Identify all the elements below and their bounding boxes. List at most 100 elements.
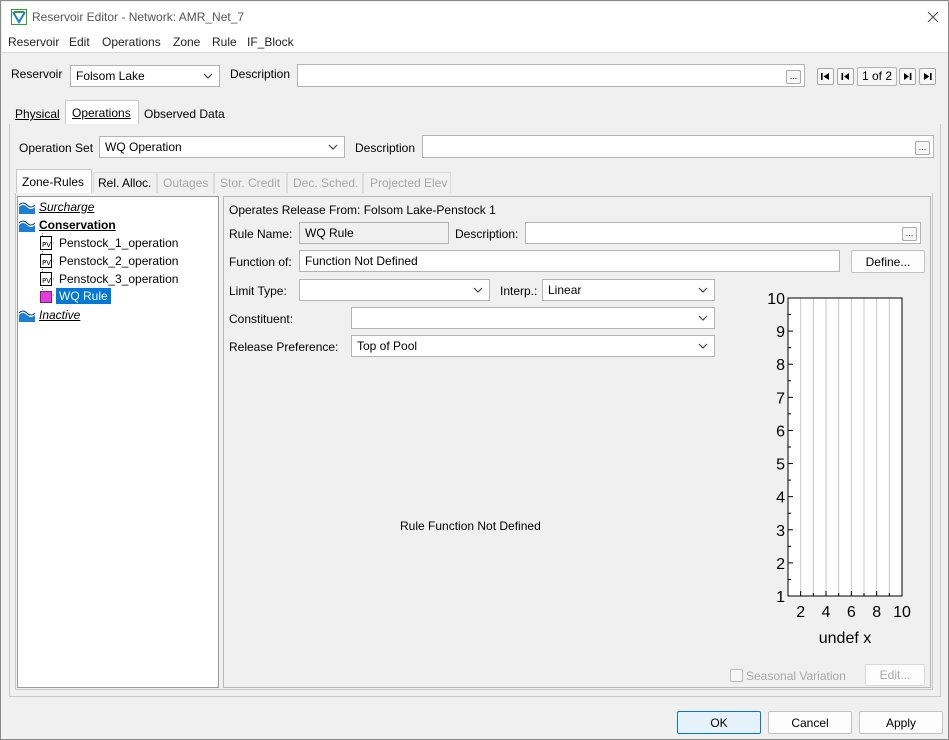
release-preference-select[interactable]: Top of Pool [351, 335, 715, 357]
tab-outages-label: Outages [163, 176, 209, 190]
y-tick-label: 1 [776, 589, 785, 606]
chevron-down-icon [473, 287, 483, 293]
tree-item-label: Conservation [39, 218, 116, 232]
chevron-down-icon [698, 287, 708, 293]
rule-description-ellipsis-button[interactable]: ... [902, 227, 917, 241]
next-record-button[interactable] [899, 68, 916, 85]
tab-dec-sched[interactable]: Dec. Sched. [287, 172, 363, 193]
svg-text:PV: PV [42, 241, 51, 249]
function-of-value: Function Not Defined [305, 254, 418, 268]
tab-zone-rules-label: Zone-Rules [22, 175, 85, 189]
operation-set-description-ellipsis-button[interactable]: ... [915, 141, 930, 155]
previous-icon [841, 73, 849, 80]
seasonal-variation-label: Seasonal Variation [746, 669, 846, 683]
tree-item-label: Penstock_1_operation [59, 236, 179, 250]
rule-description-field[interactable]: ... [525, 222, 921, 244]
zone-icon [19, 220, 35, 232]
interp-value: Linear [548, 283, 582, 297]
menu-zone[interactable]: Zone [173, 35, 200, 49]
function-of-field[interactable]: Function Not Defined [299, 250, 840, 272]
apply-button[interactable]: Apply [859, 711, 943, 734]
tree-item-label: Inactive [39, 308, 81, 322]
tab-rel-alloc[interactable]: Rel. Alloc. [93, 172, 157, 193]
y-tick-label: 5 [776, 457, 785, 474]
operation-set-description-label: Description [355, 141, 416, 155]
tree-item-label: WQ Rule [56, 288, 111, 304]
constituent-select[interactable] [351, 307, 715, 329]
ok-button[interactable]: OK [677, 711, 761, 734]
tab-outages[interactable]: Outages [157, 172, 214, 193]
seasonal-variation-checkbox[interactable] [730, 669, 743, 682]
define-button-label: Define... [865, 254, 911, 269]
app-icon [11, 9, 27, 25]
tab-stor-credit[interactable]: Stor. Credit [214, 172, 287, 193]
y-tick-label: 3 [776, 523, 785, 540]
menu-separator [2, 52, 948, 53]
first-icon [821, 73, 829, 80]
menu-rule[interactable]: Rule [212, 35, 237, 49]
x-tick-label: 10 [893, 604, 911, 621]
close-icon[interactable] [927, 11, 939, 23]
menu-bar: Reservoir Edit Operations Zone Rule IF_B… [2, 32, 948, 52]
reservoir-description-label: Description [230, 67, 291, 81]
rule-name-field[interactable]: WQ Rule [299, 222, 449, 244]
title-bar: Reservoir Editor - Network: AMR_Net_7 [2, 2, 948, 32]
svg-text:PV: PV [42, 277, 51, 285]
tab-physical[interactable]: Physical [11, 103, 65, 125]
zone-icon [19, 202, 35, 214]
tree-item-label: Penstock_3_operation [59, 272, 179, 286]
first-record-button[interactable] [817, 68, 834, 85]
menu-if-block[interactable]: IF_Block [247, 35, 294, 49]
last-record-button[interactable] [919, 68, 936, 85]
operation-set-description-field[interactable]: ... [422, 135, 934, 158]
last-icon [924, 73, 932, 80]
cancel-button[interactable]: Cancel [768, 711, 852, 734]
rule-description-label: Description: [455, 227, 519, 241]
operates-release-from: Operates Release From: Folsom Lake-Penst… [229, 203, 496, 217]
menu-edit[interactable]: Edit [69, 35, 90, 49]
tab-operations-label: Operations [72, 106, 131, 120]
plot-area [788, 298, 902, 596]
menu-reservoir[interactable]: Reservoir [8, 35, 59, 49]
tab-operations[interactable]: Operations [65, 100, 139, 125]
chevron-down-icon [203, 73, 213, 79]
operation-rule-icon: PV [40, 236, 52, 250]
tab-zone-rules[interactable]: Zone-Rules [16, 169, 92, 194]
edit-seasonal-button[interactable]: Edit... [865, 664, 925, 686]
reservoir-label: Reservoir [11, 67, 63, 81]
rule-name-value: WQ Rule [305, 226, 354, 240]
y-tick-label: 2 [776, 556, 785, 573]
ok-button-label: OK [710, 715, 728, 730]
x-axis-label: undef x [819, 630, 871, 647]
y-tick-label: 8 [776, 357, 785, 374]
tab-dec-sched-label: Dec. Sched. [293, 176, 359, 190]
tab-projected-elev-label: Projected Elev [370, 176, 448, 190]
previous-record-button[interactable] [837, 68, 854, 85]
tab-observed-data[interactable]: Observed Data [139, 103, 231, 125]
reservoir-description-ellipsis-button[interactable]: ... [786, 70, 801, 84]
chevron-down-icon [698, 343, 708, 349]
reservoir-value: Folsom Lake [76, 69, 145, 83]
edit-seasonal-button-label: Edit... [879, 668, 911, 682]
reservoir-select[interactable]: Folsom Lake [70, 65, 220, 87]
zone-icon [19, 310, 35, 322]
rule-function-not-defined-message: Rule Function Not Defined [400, 519, 541, 533]
apply-button-label: Apply [885, 715, 917, 730]
rule-name-label: Rule Name: [229, 227, 293, 241]
function-of-label: Function of: [229, 255, 292, 269]
tree-item-label: Penstock_2_operation [59, 254, 179, 268]
define-button[interactable]: Define... [851, 250, 925, 273]
cancel-button-label: Cancel [791, 715, 829, 730]
menu-operations[interactable]: Operations [102, 35, 161, 49]
x-tick-label: 6 [847, 604, 856, 621]
operation-rule-icon: PV [40, 254, 52, 268]
limit-type-select[interactable] [299, 279, 490, 301]
interp-label: Interp.: [500, 284, 538, 298]
operation-set-select[interactable]: WQ Operation [99, 136, 345, 158]
next-icon [904, 73, 912, 80]
release-preference-label: Release Preference: [229, 340, 339, 354]
tab-observed-data-label: Observed Data [144, 107, 225, 121]
tab-projected-elev[interactable]: Projected Elev [363, 172, 451, 193]
interp-select[interactable]: Linear [542, 279, 715, 301]
reservoir-description-field[interactable]: ... [297, 64, 805, 87]
